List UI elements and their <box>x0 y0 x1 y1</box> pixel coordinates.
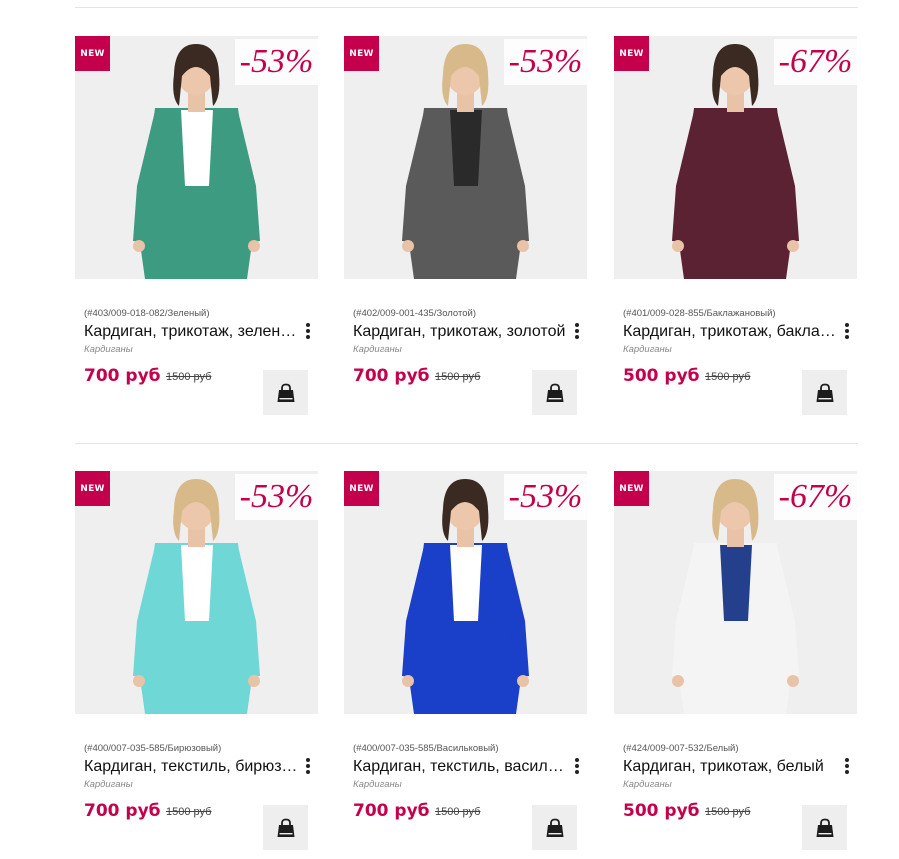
shopping-bag-icon <box>277 818 294 837</box>
product-category[interactable]: Кардиганы <box>84 344 133 355</box>
discount-label: -67% <box>774 474 857 520</box>
product-card[interactable]: NEW -53% (#400/007-035-585/Васильковый) … <box>344 471 587 851</box>
add-to-cart-button[interactable] <box>263 370 308 415</box>
more-options-icon[interactable] <box>303 756 313 776</box>
product-sku: (#403/009-018-082/Зеленый) <box>84 308 210 319</box>
product-old-price: 1500 руб <box>166 806 212 818</box>
more-options-icon[interactable] <box>842 756 852 776</box>
product-photo[interactable]: NEW -67% <box>614 36 857 279</box>
new-badge: NEW <box>614 471 649 506</box>
discount-label: -53% <box>504 474 587 520</box>
product-price: 700 руб <box>84 801 161 821</box>
new-badge: NEW <box>75 471 110 506</box>
product-title[interactable]: Кардиган, трикотаж, баклажановый <box>623 323 839 341</box>
product-old-price: 1500 руб <box>435 806 481 818</box>
product-old-price: 1500 руб <box>435 371 481 383</box>
product-category[interactable]: Кардиганы <box>353 779 402 790</box>
new-badge: NEW <box>344 36 379 71</box>
product-price: 700 руб <box>353 801 430 821</box>
more-options-icon[interactable] <box>572 321 582 341</box>
discount-label: -53% <box>504 39 587 85</box>
product-category[interactable]: Кардиганы <box>623 344 672 355</box>
discount-label: -67% <box>774 39 857 85</box>
shopping-bag-icon <box>816 818 833 837</box>
more-options-icon[interactable] <box>842 321 852 341</box>
product-category[interactable]: Кардиганы <box>353 344 402 355</box>
product-sku: (#400/007-035-585/Васильковый) <box>353 743 499 754</box>
product-card[interactable]: NEW -67% (#424/009-007-532/Белый) Кардиг… <box>614 471 857 851</box>
product-sku: (#400/007-035-585/Бирюзовый) <box>84 743 222 754</box>
product-card[interactable]: NEW -53% (#402/009-001-435/Золотой) Кард… <box>344 36 587 416</box>
product-sku: (#402/009-001-435/Золотой) <box>353 308 476 319</box>
product-price: 500 руб <box>623 366 700 386</box>
product-photo[interactable]: NEW -53% <box>75 36 318 279</box>
product-category[interactable]: Кардиганы <box>623 779 672 790</box>
discount-label: -53% <box>235 39 318 85</box>
product-photo[interactable]: NEW -53% <box>75 471 318 714</box>
add-to-cart-button[interactable] <box>802 370 847 415</box>
shopping-bag-icon <box>546 818 563 837</box>
product-title[interactable]: Кардиган, трикотаж, белый <box>623 758 839 776</box>
product-title[interactable]: Кардиган, текстиль, васильковый <box>353 758 569 776</box>
row-divider <box>75 443 858 444</box>
product-old-price: 1500 руб <box>705 806 751 818</box>
product-title[interactable]: Кардиган, трикотаж, золотой <box>353 323 569 341</box>
top-divider <box>75 7 858 8</box>
add-to-cart-button[interactable] <box>532 370 577 415</box>
add-to-cart-button[interactable] <box>532 805 577 850</box>
product-sku: (#401/009-028-855/Баклажановый) <box>623 308 776 319</box>
shopping-bag-icon <box>277 383 294 402</box>
new-badge: NEW <box>344 471 379 506</box>
product-title[interactable]: Кардиган, трикотаж, зеленый <box>84 323 300 341</box>
product-price: 700 руб <box>353 366 430 386</box>
discount-label: -53% <box>235 474 318 520</box>
shopping-bag-icon <box>546 383 563 402</box>
add-to-cart-button[interactable] <box>802 805 847 850</box>
product-category[interactable]: Кардиганы <box>84 779 133 790</box>
product-photo[interactable]: NEW -53% <box>344 471 587 714</box>
more-options-icon[interactable] <box>303 321 313 341</box>
add-to-cart-button[interactable] <box>263 805 308 850</box>
new-badge: NEW <box>75 36 110 71</box>
product-old-price: 1500 руб <box>705 371 751 383</box>
product-price: 700 руб <box>84 366 161 386</box>
product-card[interactable]: NEW -67% (#401/009-028-855/Баклажановый)… <box>614 36 857 416</box>
new-badge: NEW <box>614 36 649 71</box>
product-price: 500 руб <box>623 801 700 821</box>
product-card[interactable]: NEW -53% (#400/007-035-585/Бирюзовый) Ка… <box>75 471 318 851</box>
product-title[interactable]: Кардиган, текстиль, бирюзовый <box>84 758 300 776</box>
shopping-bag-icon <box>816 383 833 402</box>
product-photo[interactable]: NEW -67% <box>614 471 857 714</box>
product-card[interactable]: NEW -53% (#403/009-018-082/Зеленый) Кард… <box>75 36 318 416</box>
product-sku: (#424/009-007-532/Белый) <box>623 743 739 754</box>
product-old-price: 1500 руб <box>166 371 212 383</box>
more-options-icon[interactable] <box>572 756 582 776</box>
product-photo[interactable]: NEW -53% <box>344 36 587 279</box>
